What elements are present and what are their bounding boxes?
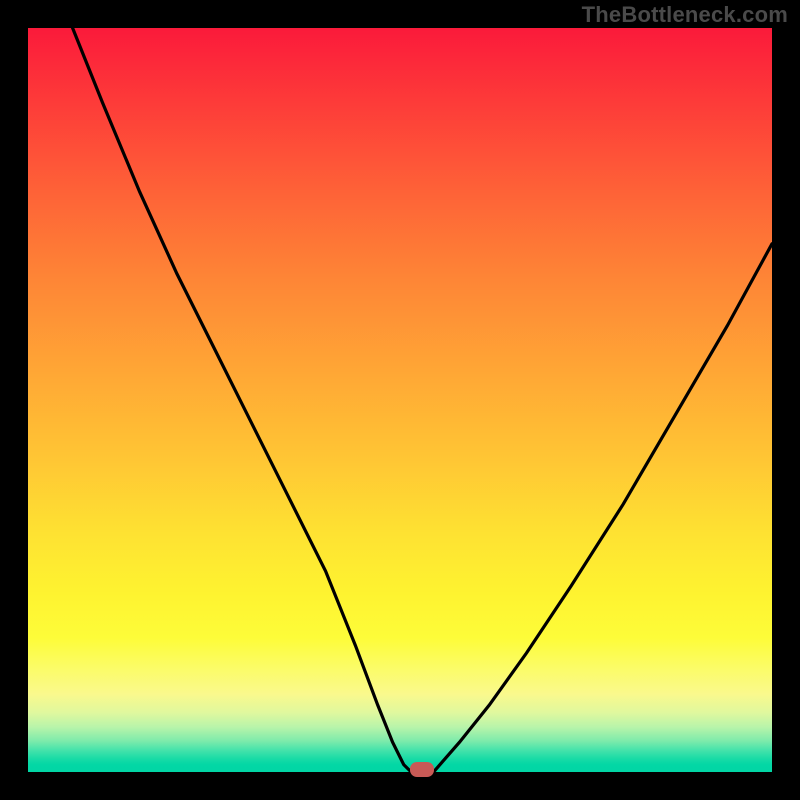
chart-area: [28, 28, 772, 772]
bottleneck-curve: [28, 28, 772, 772]
operating-point-marker: [410, 762, 434, 777]
watermark-text: TheBottleneck.com: [582, 2, 788, 28]
